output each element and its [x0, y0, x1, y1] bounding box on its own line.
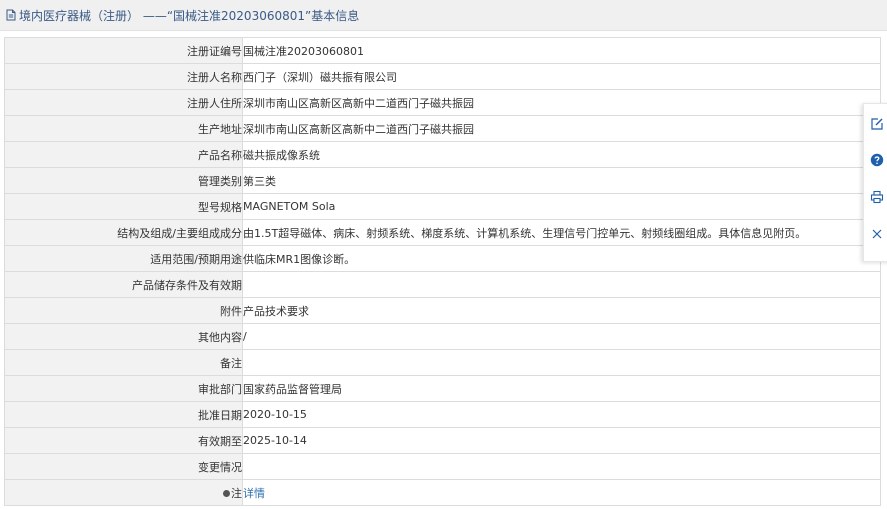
- field-value: MAGNETOM Sola: [242, 193, 881, 220]
- field-value: 国家药品监督管理局: [242, 375, 881, 402]
- field-label: 附件: [4, 297, 243, 324]
- table-row: 结构及组成/主要组成成分 由1.5T超导磁体、病床、射频系统、梯度系统、计算机系统…: [4, 219, 881, 246]
- pin-icon: [223, 490, 230, 497]
- field-label: 型号规格: [4, 193, 243, 220]
- note-value-cell: 详情: [242, 479, 881, 506]
- field-label: 管理类别: [4, 167, 243, 194]
- field-label: 产品名称: [4, 141, 243, 168]
- field-label: 生产地址: [4, 115, 243, 142]
- field-value: 产品技术要求: [242, 297, 881, 324]
- field-label: 适用范围/预期用途: [4, 245, 243, 272]
- field-value: 磁共振成像系统: [242, 141, 881, 168]
- table-row: 注册人住所 深圳市南山区高新区高新中二道西门子磁共振园: [4, 89, 881, 116]
- field-label: 注册证编号: [4, 37, 243, 64]
- table-row: 生产地址 深圳市南山区高新区高新中二道西门子磁共振园: [4, 115, 881, 142]
- field-value: 2020-10-15: [242, 401, 881, 428]
- table-row: 注册证编号 国械注准20203060801: [4, 37, 881, 64]
- page-title: 境内医疗器械（注册） ——“国械注准20203060801”基本信息: [19, 8, 360, 23]
- field-value: 深圳市南山区高新区高新中二道西门子磁共振园: [242, 89, 881, 116]
- table-row: 产品储存条件及有效期: [4, 271, 881, 298]
- field-value: 西门子（深圳）磁共振有限公司: [242, 63, 881, 90]
- field-label: 结构及组成/主要组成成分: [4, 219, 243, 246]
- table-row: 变更情况: [4, 453, 881, 480]
- document-icon: [5, 9, 17, 21]
- page-header: 境内医疗器械（注册） ——“国械注准20203060801”基本信息: [0, 0, 887, 31]
- field-value: 由1.5T超导磁体、病床、射频系统、梯度系统、计算机系统、生理信号门控单元、射频…: [242, 219, 881, 246]
- note-row: 注 详情: [4, 479, 881, 506]
- table-row: 审批部门 国家药品监督管理局: [4, 375, 881, 402]
- detail-link[interactable]: 详情: [244, 487, 266, 500]
- help-icon[interactable]: [869, 152, 885, 168]
- close-icon[interactable]: [869, 226, 885, 242]
- field-value: 国械注准20203060801: [242, 37, 881, 64]
- field-value: 2025-10-14: [242, 427, 881, 454]
- field-label: 产品储存条件及有效期: [4, 271, 243, 298]
- field-label: 注册人住所: [4, 89, 243, 116]
- table-row: 有效期至 2025-10-14: [4, 427, 881, 454]
- field-label: 批准日期: [4, 401, 243, 428]
- edit-icon[interactable]: [869, 116, 885, 132]
- field-value: [242, 453, 881, 480]
- table-row: 适用范围/预期用途 供临床MR1图像诊断。: [4, 245, 881, 272]
- info-table: 注册证编号 国械注准20203060801 注册人名称 西门子（深圳）磁共振有限公司…: [4, 37, 881, 506]
- field-value: /: [242, 323, 881, 350]
- field-value: 第三类: [242, 167, 881, 194]
- table-row: 产品名称 磁共振成像系统: [4, 141, 881, 168]
- table-row: 注册人名称 西门子（深圳）磁共振有限公司: [4, 63, 881, 90]
- field-value: [242, 271, 881, 298]
- table-row: 备注: [4, 349, 881, 376]
- table-row: 批准日期 2020-10-15: [4, 401, 881, 428]
- table-row: 型号规格 MAGNETOM Sola: [4, 193, 881, 220]
- table-row: 附件 产品技术要求: [4, 297, 881, 324]
- field-label: 其他内容: [4, 323, 243, 350]
- field-label: 有效期至: [4, 427, 243, 454]
- table-row: 其他内容 /: [4, 323, 881, 350]
- note-label: 注: [231, 486, 242, 500]
- field-value: [242, 349, 881, 376]
- field-label: 注册人名称: [4, 63, 243, 90]
- print-icon[interactable]: [869, 189, 885, 205]
- field-label: 备注: [4, 349, 243, 376]
- table-row: 管理类别 第三类: [4, 167, 881, 194]
- field-value: 供临床MR1图像诊断。: [242, 245, 881, 272]
- field-label: 变更情况: [4, 453, 243, 480]
- side-toolbar: [863, 103, 887, 262]
- field-label: 审批部门: [4, 375, 243, 402]
- field-value: 深圳市南山区高新区高新中二道西门子磁共振园: [242, 115, 881, 142]
- note-label-cell: 注: [4, 479, 243, 506]
